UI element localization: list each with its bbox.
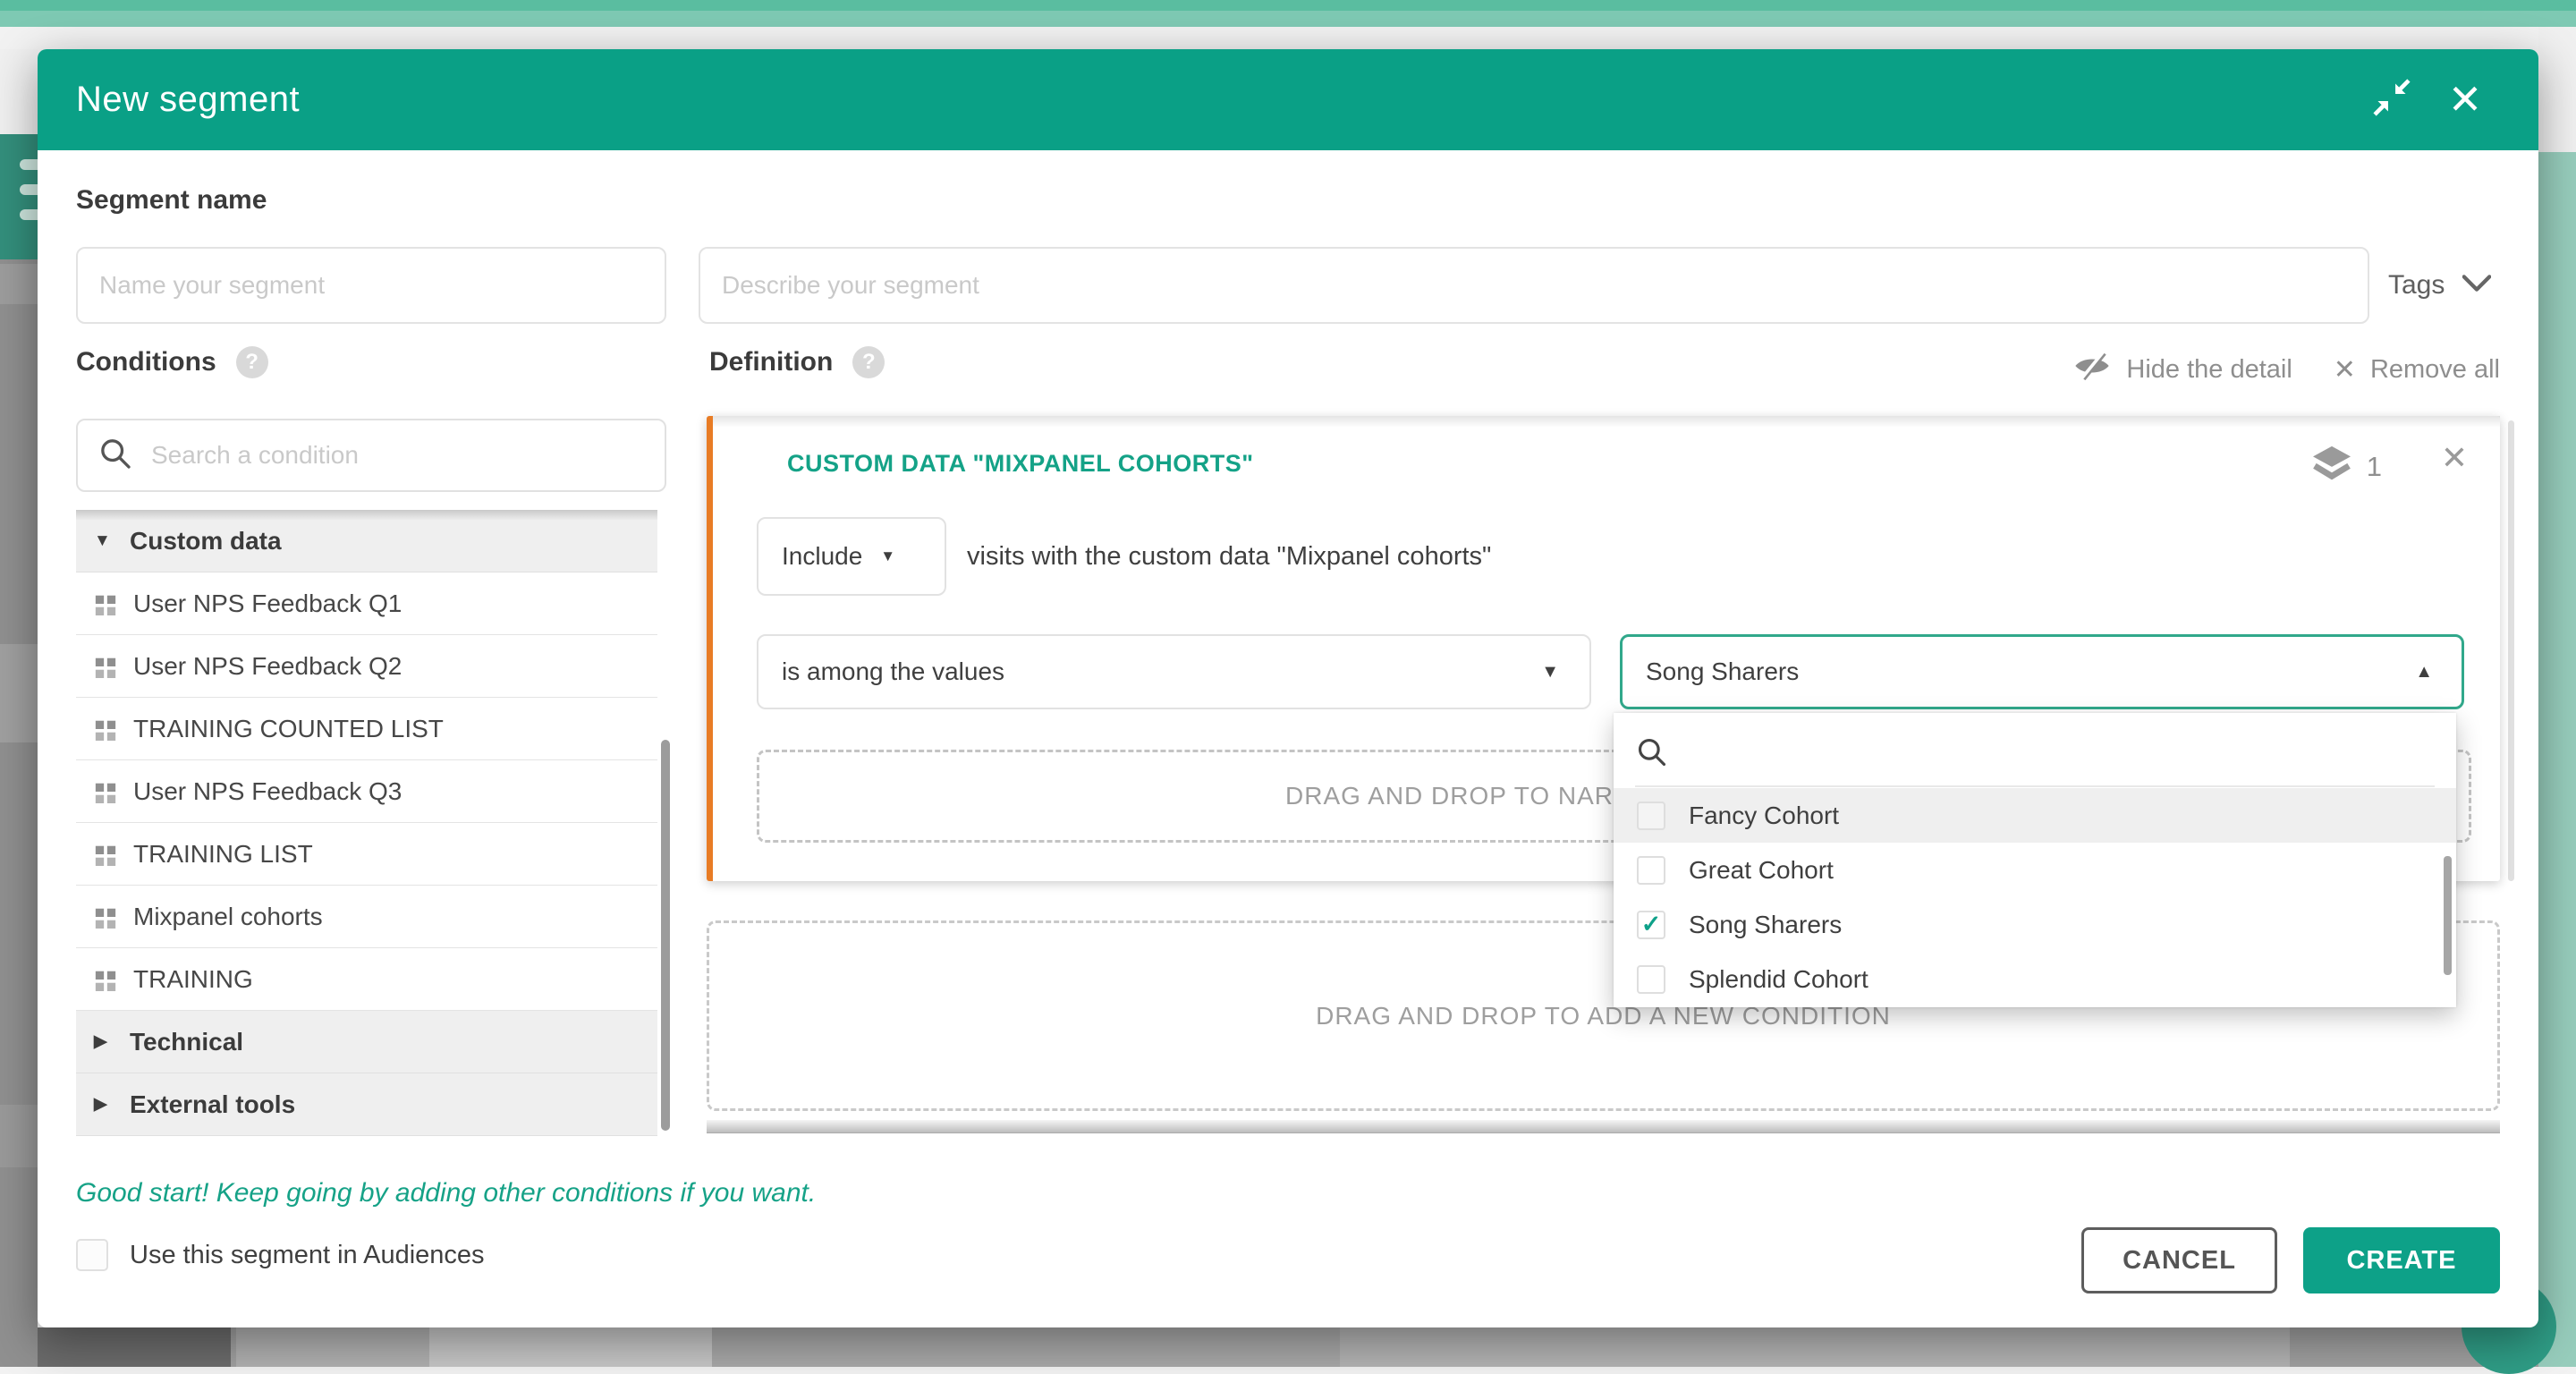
close-button[interactable]: ✕ [2442, 76, 2488, 123]
hide-detail-button[interactable]: Hide the detail [2072, 352, 2292, 387]
values-dropdown-panel: Fancy Cohort Great Cohort ✓ Song Sharers… [1614, 713, 2456, 1007]
conditions-help-icon[interactable]: ? [236, 346, 268, 378]
list-top-shadow [76, 510, 657, 521]
background-page-bottom [38, 1327, 2538, 1367]
include-dropdown[interactable]: Include ▼ [757, 517, 946, 596]
search-icon [97, 436, 133, 476]
close-icon: ✕ [2334, 354, 2356, 386]
values-scrollbar[interactable] [2444, 856, 2452, 975]
background-block [38, 1327, 231, 1367]
collapse-button[interactable] [2368, 76, 2415, 123]
new-segment-modal: New segment ✕ Segment name Tags Co [38, 49, 2538, 1327]
encouragement-text: Good start! Keep going by adding other c… [76, 1178, 816, 1209]
search-icon [1635, 735, 1669, 774]
background-sidebar-row [0, 1105, 38, 1167]
close-icon: ✕ [2448, 76, 2483, 123]
drag-handle-icon[interactable] [94, 655, 117, 678]
drag-handle-icon[interactable] [94, 592, 117, 615]
condition-list-scrollbar[interactable] [661, 740, 670, 1131]
audiences-checkbox-label: Use this segment in Audiences [130, 1241, 485, 1270]
operator-dropdown[interactable]: is among the values ▼ [757, 634, 1591, 709]
background-right-rail [2538, 152, 2576, 1367]
remove-condition-button[interactable]: ✕ [2441, 439, 2468, 477]
background-top-bar-accent [0, 0, 2576, 11]
background-block [712, 1327, 1340, 1367]
cancel-button[interactable]: CANCEL [2081, 1227, 2277, 1293]
card-top-shadow [713, 416, 2500, 428]
layer-count-badge: 1 [2311, 445, 2382, 489]
condition-item[interactable]: TRAINING LIST [76, 823, 657, 886]
drag-handle-icon[interactable] [94, 843, 117, 866]
segment-description-input[interactable] [699, 247, 2369, 324]
tags-dropdown[interactable]: Tags [2388, 247, 2491, 324]
values-search-input[interactable] [1683, 740, 2399, 768]
values-option-list: Fancy Cohort Great Cohort ✓ Song Sharers… [1614, 788, 2456, 1006]
modal-title: New segment [76, 49, 300, 150]
condition-search-input[interactable] [151, 441, 634, 470]
condition-item[interactable]: TRAINING [76, 948, 657, 1011]
background-left-header [0, 49, 38, 134]
values-select[interactable]: Song Sharers ▲ [1620, 634, 2464, 709]
modal-header: New segment ✕ [38, 49, 2538, 150]
audiences-checkbox-row[interactable]: Use this segment in Audiences [76, 1239, 485, 1271]
condition-statement: visits with the custom data "Mixpanel co… [967, 517, 1491, 596]
segment-name-label: Segment name [76, 185, 267, 216]
condition-card-title: CUSTOM DATA "MIXPANEL COHORTS" [787, 450, 1254, 478]
value-option[interactable]: ✓ Song Sharers [1614, 897, 2456, 952]
value-option[interactable]: Splendid Cohort [1614, 952, 2456, 1006]
conditions-label: Conditions [76, 347, 216, 377]
condition-item[interactable]: Mixpanel cohorts [76, 886, 657, 948]
drag-handle-icon[interactable] [94, 717, 117, 741]
collapse-icon [2371, 77, 2412, 123]
layers-icon [2311, 445, 2352, 489]
drag-handle-icon[interactable] [94, 780, 117, 803]
condition-item[interactable]: TRAINING COUNTED LIST [76, 698, 657, 760]
condition-item[interactable]: User NPS Feedback Q3 [76, 760, 657, 823]
eye-slash-icon [2072, 352, 2112, 387]
condition-search [76, 419, 666, 492]
condition-group-external-tools[interactable]: ▶ External tools [76, 1073, 657, 1136]
triangle-right-icon: ▶ [94, 1031, 114, 1052]
definition-horizontal-scrollbar[interactable] [707, 1120, 2500, 1133]
segment-name-input[interactable] [76, 247, 666, 324]
checkbox-unchecked[interactable] [1637, 965, 1665, 994]
value-option[interactable]: Great Cohort [1614, 843, 2456, 897]
chevron-down-icon [2462, 275, 2491, 296]
value-option[interactable]: Fancy Cohort [1614, 788, 2456, 843]
definition-vertical-scrollbar[interactable] [2508, 420, 2514, 881]
checkbox-unchecked[interactable] [76, 1239, 108, 1271]
caret-up-icon: ▲ [2415, 662, 2433, 683]
values-search [1635, 725, 2435, 783]
definition-label: Definition [709, 347, 833, 377]
background-sidebar-row [0, 264, 38, 304]
definition-help-icon[interactable]: ? [852, 346, 885, 378]
background-sidebar [0, 259, 38, 1367]
tags-label: Tags [2388, 270, 2445, 301]
background-right-header [2538, 27, 2576, 152]
caret-down-icon: ▼ [880, 547, 895, 565]
close-icon: ✕ [2441, 439, 2468, 476]
remove-all-button[interactable]: ✕ Remove all [2334, 354, 2500, 386]
create-button[interactable]: CREATE [2303, 1227, 2500, 1293]
triangle-down-icon: ▼ [94, 531, 114, 551]
checkbox-unchecked[interactable] [1637, 802, 1665, 830]
remove-all-label: Remove all [2370, 355, 2500, 385]
hide-detail-label: Hide the detail [2126, 355, 2292, 385]
divider [1635, 785, 2435, 787]
drag-handle-icon[interactable] [94, 905, 117, 929]
checkbox-checked[interactable]: ✓ [1637, 911, 1665, 939]
caret-down-icon: ▼ [1541, 662, 1559, 683]
checkbox-unchecked[interactable] [1637, 856, 1665, 885]
condition-group-technical[interactable]: ▶ Technical [76, 1011, 657, 1073]
drop-hint: DRAG AND DROP TO NAR [1285, 782, 1614, 810]
background-block [1340, 1327, 2290, 1367]
condition-item[interactable]: User NPS Feedback Q1 [76, 572, 657, 635]
condition-list: ▼ Custom data User NPS Feedback Q1 User … [76, 510, 657, 1136]
background-header-strip [0, 27, 2576, 49]
drag-handle-icon[interactable] [94, 968, 117, 991]
layer-count: 1 [2367, 451, 2382, 483]
triangle-right-icon: ▶ [94, 1094, 114, 1115]
background-sidebar-row [0, 644, 38, 742]
condition-item[interactable]: User NPS Feedback Q2 [76, 635, 657, 698]
